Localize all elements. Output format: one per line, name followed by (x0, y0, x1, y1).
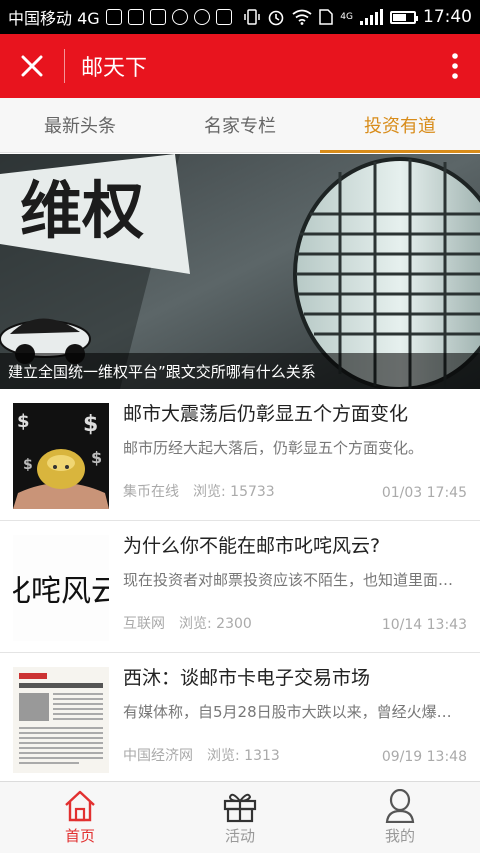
thumbnail-text: 叱咤风云 (13, 574, 109, 609)
news-time: 01/03 17:45 (381, 485, 467, 501)
app-header: 邮天下 (0, 34, 480, 98)
newspaper-image (13, 667, 109, 773)
alarm-icon (268, 10, 284, 26)
close-button[interactable] (0, 34, 64, 98)
featured-banner[interactable]: 维权 建立全国统一维权平台”跟文交所哪有什么关系 (0, 154, 480, 389)
svg-text:$: $ (23, 457, 33, 473)
news-views: 浏览: 1313 (207, 748, 280, 764)
svg-text:$: $ (91, 448, 102, 467)
gift-icon (223, 793, 257, 823)
signal-icon (360, 9, 383, 25)
svg-text:$: $ (83, 412, 98, 437)
nav-profile[interactable]: 我的 (320, 782, 480, 853)
nav-home-label: 首页 (64, 827, 95, 845)
news-item[interactable]: 叱咤风云 为什么你不能在邮市叱咤风云? 现在投资者对邮票投资应该不陌生，也知道里… (0, 521, 480, 653)
status-bar: 中国移动 4G 4G 17:40 (0, 0, 480, 34)
network-type-label: 4G (340, 12, 353, 22)
svg-text:$: $ (17, 411, 30, 432)
news-thumbnail: $ $ $ $ (13, 403, 109, 509)
nav-activities-label: 活动 (224, 827, 255, 845)
piggy-bank-image: $ $ $ $ (13, 403, 109, 509)
tab-expert-columns[interactable]: 名家专栏 (160, 98, 320, 152)
vibrate-icon (244, 9, 261, 25)
news-summary: 现在投资者对邮票投资应该不陌生，也知道里面… (123, 571, 454, 589)
app-notification-icon (149, 9, 166, 25)
page-title: 邮天下 (81, 56, 148, 81)
more-vertical-icon (452, 53, 458, 79)
news-item[interactable]: 西沐：谈邮市卡电子交易市场 有媒体称，自5月28日股市大跌以来，曾经火爆… 中国… (0, 653, 480, 785)
news-item[interactable]: $ $ $ $ 邮市大震荡后仍彰显五个方面变化 邮市历经大起大落后，仍彰显五个方… (0, 389, 480, 521)
sim-icon (319, 9, 334, 25)
tab-latest-headlines[interactable]: 最新头条 (0, 98, 160, 152)
calligraphy-image: 叱咤风云 (13, 535, 109, 641)
news-title: 邮市大震荡后仍彰显五个方面变化 (123, 403, 409, 425)
news-views: 浏览: 15733 (193, 484, 275, 500)
battery-icon (390, 10, 418, 24)
news-views: 浏览: 2300 (179, 616, 252, 632)
user-icon (385, 789, 415, 823)
news-meta: 集币在线 浏览: 15733 (123, 481, 275, 501)
news-source: 集币在线 (123, 484, 179, 500)
news-source: 互联网 (123, 616, 165, 632)
sync-notification-icon (171, 9, 188, 25)
news-title: 西沐：谈邮市卡电子交易市场 (123, 667, 371, 689)
news-title: 为什么你不能在邮市叱咤风云? (123, 535, 381, 557)
close-icon (21, 55, 43, 77)
news-source: 中国经济网 (123, 748, 193, 764)
news-time: 10/14 13:43 (381, 617, 467, 633)
news-thumbnail: 叱咤风云 (13, 535, 109, 641)
banner-image-text: 维权 (20, 174, 144, 247)
news-time: 09/19 13:48 (381, 749, 467, 765)
news-thumbnail (13, 667, 109, 773)
banner-caption: 建立全国统一维权平台”跟文交所哪有什么关系 (0, 353, 480, 389)
sync-notification-icon (193, 9, 210, 25)
clock: 17:40 (423, 7, 472, 27)
carrier-label: 中国移动 4G (8, 9, 100, 28)
news-summary: 有媒体称，自5月28日股市大跌以来，曾经火爆… (123, 703, 452, 721)
news-meta: 互联网 浏览: 2300 (123, 613, 252, 633)
tab-investment[interactable]: 投资有道 (320, 98, 480, 153)
image-notification-icon (105, 9, 122, 25)
nav-profile-label: 我的 (384, 827, 415, 845)
app-notification-icon (127, 9, 144, 25)
home-icon (65, 790, 95, 822)
wifi-icon (292, 9, 312, 25)
bottom-navigation: 首页 活动 我的 (0, 781, 480, 853)
more-options-button[interactable] (430, 34, 480, 98)
nav-home[interactable]: 首页 (0, 782, 160, 853)
nav-activities[interactable]: 活动 (160, 782, 320, 853)
download-notification-icon (215, 9, 232, 25)
category-tabs: 最新头条 名家专栏 投资有道 (0, 98, 480, 153)
header-divider (64, 49, 65, 83)
news-summary: 邮市历经大起大落后，仍彰显五个方面变化。 (123, 439, 424, 457)
news-meta: 中国经济网 浏览: 1313 (123, 745, 280, 765)
news-list: $ $ $ $ 邮市大震荡后仍彰显五个方面变化 邮市历经大起大落后，仍彰显五个方… (0, 389, 480, 785)
